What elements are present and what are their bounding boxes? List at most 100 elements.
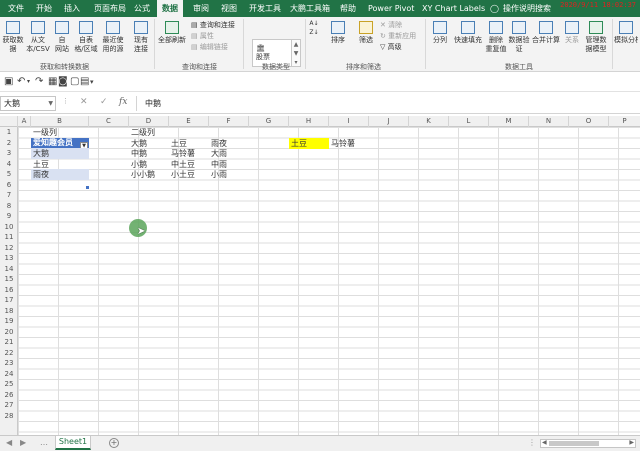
clear-filter-button[interactable]: ✕ 清除 [380, 20, 402, 30]
column-header-d[interactable]: D [129, 116, 169, 127]
existing-connections-button[interactable]: 现有 连接 [130, 19, 152, 54]
filter-button[interactable]: 筛选 [354, 19, 378, 45]
sort-button[interactable]: 排序 [326, 19, 350, 45]
column-header-k[interactable]: K [409, 116, 449, 127]
tab-developer[interactable]: 开发工具 [249, 0, 281, 17]
undo-dropdown-icon[interactable]: ▾ [27, 76, 30, 88]
manage-data-model-button[interactable]: 管理数 据模型 [583, 19, 609, 54]
confirm-icon[interactable]: ✓ [100, 97, 108, 107]
sheet-tab-sheet1[interactable]: Sheet1 [55, 436, 91, 450]
cell-f3[interactable]: 大雨 [209, 148, 249, 159]
row-header[interactable]: 18 [0, 306, 18, 317]
tab-power-pivot[interactable]: Power Pivot [368, 0, 414, 17]
row-header[interactable]: 24 [0, 369, 18, 380]
formula-input[interactable]: 中鹅 [145, 96, 161, 111]
tab-dapeng-tools[interactable]: 大鹏工具箱 [290, 0, 330, 17]
tab-data[interactable]: 数据 [157, 0, 183, 17]
scroll-thumb[interactable] [549, 441, 599, 446]
column-header-f[interactable]: F [209, 116, 249, 127]
column-header-l[interactable]: L [449, 116, 489, 127]
print-preview-icon[interactable]: ▤ [80, 76, 89, 88]
column-header-j[interactable]: J [369, 116, 409, 127]
row-header[interactable]: 19 [0, 316, 18, 327]
camera-icon[interactable]: ◙ [58, 76, 68, 88]
text-to-columns-button[interactable]: 分列 [430, 19, 450, 45]
cancel-icon[interactable]: ✕ [80, 97, 88, 107]
column-header-o[interactable]: O [569, 116, 609, 127]
row-header[interactable]: 4 [0, 159, 18, 170]
table-resize-handle[interactable] [86, 186, 89, 189]
tell-me-search[interactable]: 操作说明搜索 [503, 0, 551, 17]
sort-asc-button[interactable]: A↓ Z↓ [307, 19, 321, 37]
queries-connections-button[interactable]: ▤ 查询和连接 [191, 20, 235, 30]
row-header[interactable]: 11 [0, 232, 18, 243]
from-csv-button[interactable]: 从文 本/CSV [26, 19, 50, 54]
customize-qat-icon[interactable]: ▾ [90, 76, 94, 88]
row-header[interactable]: 9 [0, 211, 18, 222]
edit-links-button[interactable]: ▤ 编辑链接 [191, 42, 228, 52]
properties-button[interactable]: ▤ 属性 [191, 31, 214, 41]
recent-sources-button[interactable]: 最近使 用的源 [100, 19, 126, 54]
row-header[interactable]: 23 [0, 358, 18, 369]
row-header[interactable]: 20 [0, 327, 18, 338]
row-header[interactable]: 10 [0, 222, 18, 233]
what-if-analysis-button[interactable]: 模拟分析 [614, 19, 638, 45]
cell-d1[interactable]: 二级列 [129, 127, 169, 138]
row-header[interactable]: 14 [0, 264, 18, 275]
prev-sheet-icon[interactable]: ◀ [6, 438, 12, 447]
horizontal-scrollbar[interactable]: ◀ ▶ [540, 439, 636, 448]
from-web-button[interactable]: 自 网站 [52, 19, 72, 54]
row-header[interactable]: 27 [0, 400, 18, 411]
column-header-c[interactable]: C [89, 116, 129, 127]
cell-h2-highlighted[interactable]: 土豆 [289, 138, 329, 149]
row-header[interactable]: 5 [0, 169, 18, 180]
tab-view[interactable]: 视图 [221, 0, 237, 17]
refresh-all-button[interactable]: 全部刷新 [157, 19, 187, 45]
cell-d5[interactable]: 小小鹅 [129, 169, 169, 180]
tab-file[interactable]: 文件 [8, 0, 24, 17]
tab-xy-chart-labels[interactable]: XY Chart Labels [422, 0, 485, 17]
gallery-scroll-arrows[interactable]: ▲ ▼ ▾ [292, 39, 301, 67]
tab-insert[interactable]: 插入 [64, 0, 80, 17]
redo-icon[interactable]: ↷ [35, 76, 43, 88]
tab-home[interactable]: 开始 [36, 0, 52, 17]
row-header[interactable]: 22 [0, 348, 18, 359]
reapply-filter-button[interactable]: ↻ 重新应用 [380, 31, 416, 41]
cell-b3[interactable]: 大鹅 [31, 148, 89, 159]
row-header[interactable]: 12 [0, 243, 18, 254]
name-box[interactable]: 大鹅 ▼ [0, 96, 56, 111]
consolidate-button[interactable]: 合并计算 [531, 19, 561, 45]
cell-i2[interactable]: 马铃薯 [329, 138, 369, 149]
tab-page-layout[interactable]: 页面布局 [94, 0, 126, 17]
insert-function-icon[interactable]: fx [119, 97, 127, 107]
row-header[interactable]: 17 [0, 295, 18, 306]
from-table-button[interactable]: 自表 格/区域 [74, 19, 98, 54]
column-header-a[interactable]: A [18, 116, 31, 127]
cell-grid[interactable] [18, 127, 640, 435]
cell-b1[interactable]: 一级列 [31, 127, 89, 138]
row-header[interactable]: 13 [0, 253, 18, 264]
get-data-button[interactable]: 获取数 据 [2, 19, 24, 54]
row-header[interactable]: 2 [0, 138, 18, 149]
add-sheet-icon[interactable]: + [109, 438, 119, 448]
scroll-right-icon[interactable]: ▶ [629, 439, 634, 446]
split-handle-icon[interactable]: ⋮ [528, 438, 536, 447]
row-header[interactable]: 26 [0, 390, 18, 401]
advanced-filter-button[interactable]: ▽ 高级 [380, 42, 402, 52]
row-header[interactable]: 21 [0, 337, 18, 348]
column-header-p[interactable]: P [609, 116, 640, 127]
flash-fill-button[interactable]: 快速填充 [453, 19, 483, 45]
relationships-button[interactable]: 关系 [563, 19, 581, 45]
column-header-h[interactable]: H [289, 116, 329, 127]
next-sheet-icon[interactable]: ▶ [20, 438, 26, 447]
cell-d3[interactable]: 中鹅 [129, 148, 169, 159]
row-header[interactable]: 3 [0, 148, 18, 159]
cell-b5[interactable]: 雨夜 [31, 169, 89, 180]
document-icon[interactable]: ▢ [70, 76, 79, 88]
column-header-n[interactable]: N [529, 116, 569, 127]
column-header-i[interactable]: I [329, 116, 369, 127]
select-all-corner[interactable] [0, 116, 18, 127]
column-header-m[interactable]: M [489, 116, 529, 127]
cell-e3[interactable]: 马铃薯 [169, 148, 209, 159]
column-header-g[interactable]: G [249, 116, 289, 127]
